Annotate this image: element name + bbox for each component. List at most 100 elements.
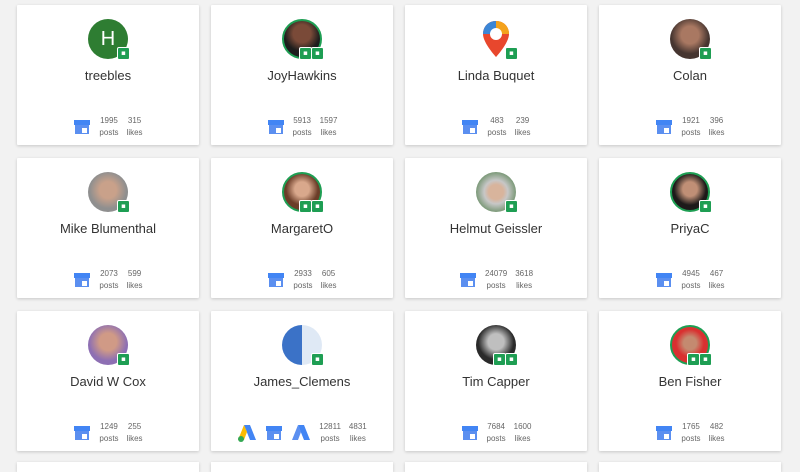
user-card-ben-fisher[interactable]: ▪ ▪ Ben Fisher 1765 posts 482 likes [599,311,781,451]
likes-count: 315 likes [126,116,143,137]
product-expert-badge-icon: ▪ [699,47,712,60]
product-expert-badge-icon: ▪ [311,353,324,366]
google-my-business-icon [656,426,673,440]
likes-count: 605 likes [320,269,337,290]
google-my-business-icon [74,273,91,287]
avatar[interactable]: H ▪ [88,19,130,60]
likes-count: 599 likes [126,269,143,290]
user-card-partial[interactable] [405,462,587,472]
user-card-tim-capper[interactable]: ▪ ▪ Tim Capper 7684 posts 1600 likes [405,311,587,451]
avatar[interactable]: ▪ [88,325,130,366]
posts-count: 12811 posts [319,422,341,443]
posts-count: 5913 posts [292,116,312,137]
avatar-letter: H [100,27,116,50]
user-card-linda-buquet[interactable]: ▪ Linda Buquet 483 posts 239 likes [405,5,587,145]
user-card-helmut-geissler[interactable]: ▪ Helmut Geissler 24079 posts 3618 likes [405,158,587,298]
user-name[interactable]: Ben Fisher [599,374,781,389]
user-card-partial[interactable] [599,462,781,472]
user-stats: 5913 posts 1597 likes [211,115,393,139]
product-expert-badge-icon: ▪ [505,47,518,60]
product-expert-badge-icon: ▪ [699,200,712,213]
product-expert-badge-icon: ▪ [117,200,130,213]
product-expert-badge-icon: ▪ [311,200,324,213]
google-ads-icon [292,425,311,440]
posts-count: 1249 posts [99,422,119,443]
user-card-david-w-cox[interactable]: ▪ David W Cox 1249 posts 255 likes [17,311,199,451]
user-name[interactable]: James_Clemens [211,374,393,389]
avatar[interactable]: ▪ ▪ [476,325,518,366]
user-name[interactable]: Helmut Geissler [405,221,587,236]
posts-count: 1921 posts [681,116,701,137]
user-stats: 1921 posts 396 likes [599,115,781,139]
user-stats: 4945 posts 467 likes [599,268,781,292]
likes-count: 239 likes [514,116,531,137]
google-my-business-icon [459,273,476,287]
user-card-mike-blumenthal[interactable]: ▪ Mike Blumenthal 2073 posts 599 likes [17,158,199,298]
google-my-business-icon [74,120,91,134]
google-ads-icon [238,425,257,442]
posts-count: 7684 posts [486,422,506,443]
google-my-business-icon [268,273,285,287]
product-expert-badge-icon: ▪ [505,353,518,366]
google-my-business-icon [462,120,479,134]
likes-count: 396 likes [708,116,725,137]
avatar[interactable]: ▪ [670,172,712,213]
user-card-joyhawkins[interactable]: ▪ ▪ JoyHawkins 5913 posts 1597 likes [211,5,393,145]
likes-count: 467 likes [708,269,725,290]
google-my-business-icon [267,120,284,134]
avatar[interactable]: ▪ ▪ [670,325,712,366]
avatar[interactable]: ▪ ▪ [282,19,324,60]
likes-count: 255 likes [126,422,143,443]
product-expert-badge-icon: ▪ [117,353,130,366]
posts-count: 483 posts [487,116,507,137]
posts-count: 1995 posts [99,116,119,137]
posts-count: 2933 posts [293,269,313,290]
google-my-business-icon [74,426,91,440]
user-name[interactable]: David W Cox [17,374,199,389]
user-stats: 7684 posts 1600 likes [405,421,587,445]
likes-count: 4831 likes [348,422,367,443]
user-stats: 483 posts 239 likes [405,115,587,139]
product-expert-badge-icon: ▪ [311,47,324,60]
user-card-partial[interactable] [17,462,199,472]
google-my-business-icon [461,426,478,440]
posts-count: 24079 posts [484,269,508,290]
avatar[interactable]: ▪ ▪ [282,172,324,213]
user-name[interactable]: PriyaC [599,221,781,236]
avatar[interactable]: ▪ [282,325,324,366]
user-name[interactable]: Mike Blumenthal [17,221,199,236]
user-card-priyac[interactable]: ▪ PriyaC 4945 posts 467 likes [599,158,781,298]
user-name[interactable]: MargaretO [211,221,393,236]
user-name[interactable]: Tim Capper [405,374,587,389]
avatar[interactable]: ▪ [88,172,130,213]
avatar[interactable]: ▪ [476,19,518,60]
product-expert-badge-icon: ▪ [699,353,712,366]
avatar[interactable]: ▪ [670,19,712,60]
user-card-treebles[interactable]: H ▪ treebles 1995 posts 315 likes [17,5,199,145]
product-expert-badge-icon: ▪ [117,47,130,60]
user-name[interactable]: treebles [17,68,199,83]
likes-count: 1597 likes [319,116,338,137]
user-stats: 12811 posts 4831 likes [211,421,393,445]
posts-count: 2073 posts [99,269,119,290]
user-card-margareto[interactable]: ▪ ▪ MargaretO 2933 posts 605 likes [211,158,393,298]
user-stats: 1249 posts 255 likes [17,421,199,445]
user-stats: 1995 posts 315 likes [17,115,199,139]
google-my-business-icon [266,426,283,440]
user-card-partial[interactable] [211,462,393,472]
user-name[interactable]: Colan [599,68,781,83]
posts-count: 4945 posts [681,269,701,290]
user-name[interactable]: JoyHawkins [211,68,393,83]
likes-count: 1600 likes [513,422,532,443]
user-card-james-clemens[interactable]: ▪ James_Clemens 12811 posts 4831 likes [211,311,393,451]
user-stats: 2933 posts 605 likes [211,268,393,292]
user-name[interactable]: Linda Buquet [405,68,587,83]
user-stats: 24079 posts 3618 likes [405,268,587,292]
user-card-colan[interactable]: ▪ Colan 1921 posts 396 likes [599,5,781,145]
posts-count: 1765 posts [681,422,701,443]
likes-count: 3618 likes [515,269,534,290]
google-my-business-icon [656,273,673,287]
user-stats: 2073 posts 599 likes [17,268,199,292]
product-expert-badge-icon: ▪ [505,200,518,213]
avatar[interactable]: ▪ [476,172,518,213]
